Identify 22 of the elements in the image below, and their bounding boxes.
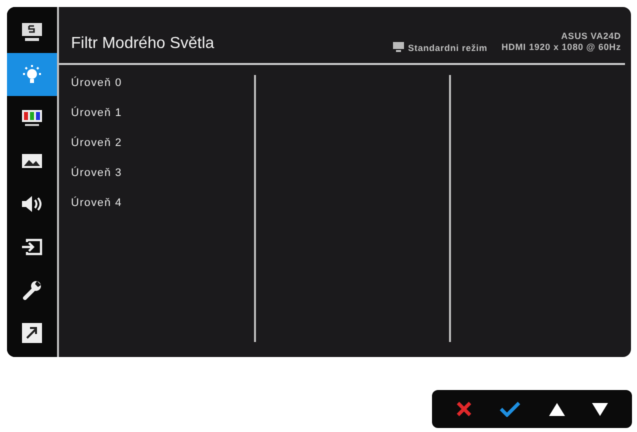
menu-option[interactable]: Úroveň 2 bbox=[71, 135, 254, 152]
speaker-icon bbox=[20, 194, 44, 212]
mode-label: Standardni režim bbox=[408, 42, 488, 52]
up-triangle-icon[interactable] bbox=[548, 402, 565, 416]
monitor-icon bbox=[21, 22, 43, 42]
model-name: ASUS VA24D bbox=[561, 31, 621, 42]
signal-info: HDMI 1920 x 1080 @ 60Hz bbox=[501, 42, 621, 53]
wrench-icon bbox=[22, 280, 42, 300]
menu-option[interactable]: Úroveň 0 bbox=[71, 75, 254, 92]
monitor-icon bbox=[393, 42, 404, 53]
shortcut-icon bbox=[22, 322, 42, 342]
close-icon[interactable] bbox=[456, 401, 472, 417]
menu-option[interactable]: Úroveň 1 bbox=[71, 105, 254, 122]
landscape-icon bbox=[21, 152, 43, 168]
menu-option[interactable]: Úroveň 3 bbox=[71, 165, 254, 182]
down-triangle-icon[interactable] bbox=[592, 402, 608, 416]
menu-title: Filtr Modrého Světla bbox=[71, 35, 216, 53]
color-bars-icon bbox=[21, 108, 43, 128]
menu-option[interactable]: Úroveň 4 bbox=[71, 195, 254, 212]
light-bulb-icon bbox=[20, 64, 44, 86]
input-icon bbox=[21, 238, 43, 256]
check-icon[interactable] bbox=[499, 401, 522, 417]
